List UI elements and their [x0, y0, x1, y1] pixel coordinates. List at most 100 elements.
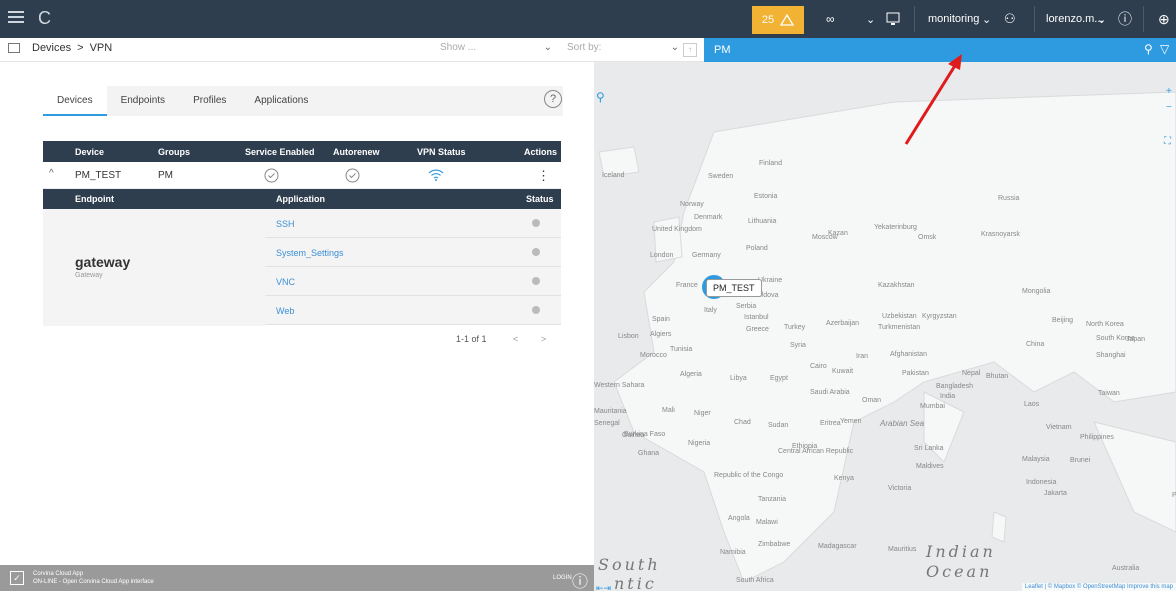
breadcrumb-root[interactable]: Devices: [32, 42, 71, 54]
map-place-label: Senegal: [594, 420, 620, 427]
map-place-label: Victoria: [888, 485, 912, 492]
list-item[interactable]: VNC: [265, 267, 561, 296]
tree-icon[interactable]: ⚇: [1004, 0, 1016, 38]
device-name: PM_TEST: [75, 170, 122, 181]
tab-endpoints[interactable]: Endpoints: [107, 86, 179, 116]
map-place-label: Estonia: [754, 193, 778, 200]
map-marker-label[interactable]: PM_TEST: [706, 279, 762, 297]
application-name[interactable]: System_Settings: [276, 248, 344, 258]
map-place-label: India: [940, 393, 956, 400]
col-vpn-status[interactable]: VPN Status: [417, 147, 466, 157]
actions-menu-icon[interactable]: ⋮: [537, 168, 550, 184]
search-icon[interactable]: ⚲: [1144, 42, 1153, 56]
map-place-label: Spain: [652, 316, 670, 323]
zoom-in-button[interactable]: +: [1166, 86, 1172, 97]
map-place-label: Iceland: [602, 172, 625, 179]
map-place-label: Beijing: [1052, 317, 1074, 324]
zoom-out-button[interactable]: −: [1166, 102, 1172, 113]
chevron-down-icon[interactable]: ⌄: [866, 0, 875, 38]
map-place-label: Nepal: [962, 370, 981, 377]
refresh-icon[interactable]: C: [38, 8, 51, 29]
map-place-label: Burkina Faso: [624, 431, 666, 438]
alert-count: 25: [761, 14, 775, 26]
list-item[interactable]: System_Settings: [265, 238, 561, 267]
chevron-down-icon[interactable]: ⌄: [982, 0, 991, 38]
map-place-label: Kazakhstan: [878, 282, 915, 289]
list-item[interactable]: SSH: [265, 209, 561, 238]
map-place-label: Philippines: [1080, 434, 1114, 441]
prev-page-button[interactable]: <: [513, 334, 518, 344]
context-selector[interactable]: monitoring: [928, 0, 979, 38]
user-menu[interactable]: lorenzo.m...: [1046, 0, 1103, 38]
endpoint-type: Gateway: [75, 272, 103, 279]
alerts-button[interactable]: 25: [752, 6, 804, 34]
map-place-label: Mongolia: [1022, 288, 1051, 295]
login-label[interactable]: LOGIN: [553, 575, 572, 581]
chevron-down-icon[interactable]: ⌄: [1097, 0, 1106, 38]
map-place-label: Jakarta: [1044, 490, 1067, 497]
tab-profiles[interactable]: Profiles: [179, 86, 240, 116]
map-place-label: North Korea: [1086, 321, 1124, 328]
collapse-icon[interactable]: ^: [49, 168, 54, 179]
map-place-label: Sweden: [708, 173, 734, 180]
info-icon[interactable]: ⓘ: [572, 568, 588, 592]
application-name[interactable]: VNC: [276, 277, 295, 287]
map-place-label: Malaysia: [1022, 456, 1050, 463]
map-place-label: Angola: [728, 515, 750, 522]
application-name[interactable]: Web: [276, 306, 294, 316]
ocean-label: ntic: [614, 574, 657, 591]
col-service-enabled[interactable]: Service Enabled: [245, 147, 315, 157]
tab-applications[interactable]: Applications: [240, 86, 322, 116]
table-row[interactable]: ^ PM_TEST PM ⋮: [43, 162, 561, 189]
map-place-label: Pap: [1172, 492, 1176, 499]
col-groups[interactable]: Groups: [158, 147, 190, 157]
map-place-label: Zimbabwe: [758, 541, 791, 548]
col-device[interactable]: Device: [75, 147, 104, 157]
map-place-label: Algeria: [680, 371, 702, 378]
breadcrumb: Devices > VPN: [8, 42, 112, 54]
map-place-label: Saudi Arabia: [810, 389, 850, 396]
tab-bar: Devices Endpoints Profiles Applications: [43, 86, 563, 116]
filter-icon[interactable]: ▽: [1160, 42, 1169, 56]
sort-direction-icon[interactable]: ↑: [683, 43, 697, 57]
help-icon[interactable]: ?: [544, 90, 562, 108]
list-item[interactable]: Web: [265, 296, 561, 325]
breadcrumb-separator: >: [77, 42, 84, 54]
map-place-label: Lisbon: [618, 333, 639, 340]
col-autorenew[interactable]: Autorenew: [333, 147, 380, 157]
info-icon[interactable]: ⓘ: [1118, 0, 1132, 38]
status-dot: [532, 219, 540, 227]
map-place-label: Kazan: [828, 230, 848, 237]
show-select[interactable]: Show ... ⌄: [440, 42, 552, 58]
fullscreen-icon[interactable]: ⛶: [1164, 136, 1171, 147]
show-placeholder: Show ...: [440, 42, 477, 53]
footer-status[interactable]: ON-LINE - Open Corvina Cloud App interfa…: [33, 579, 154, 585]
map-place-label: Ukraine: [758, 277, 783, 284]
col-endpoint: Endpoint: [75, 194, 114, 204]
application-name[interactable]: SSH: [276, 219, 295, 229]
tab-devices[interactable]: Devices: [43, 86, 107, 116]
map-place-label: Republic of the Congo: [714, 472, 784, 479]
infinity-icon[interactable]: ∞: [826, 0, 835, 38]
map-place-label: Afghanistan: [890, 351, 927, 358]
map-place-label: Chad: [734, 419, 751, 426]
endpoint-header: Endpoint Application Status: [43, 189, 561, 209]
map-place-label: Yemen: [840, 418, 862, 425]
globe-icon[interactable]: ⊕: [1158, 0, 1170, 38]
map-place-label: Denmark: [694, 214, 723, 221]
menu-icon[interactable]: [8, 9, 24, 25]
monitor-icon[interactable]: [886, 12, 900, 26]
footer: ✓ Corvina Cloud App ON-LINE - Open Corvi…: [0, 565, 594, 591]
search-icon[interactable]: ⚲: [596, 90, 605, 104]
sort-placeholder: Sort by:: [567, 42, 602, 53]
sort-select[interactable]: Sort by: ⌄: [567, 42, 679, 58]
map-place-label: Kenya: [834, 475, 854, 482]
next-page-button[interactable]: >: [541, 334, 546, 344]
map[interactable]: ⚲ + − ⛶ Iceland Sweden Finland Norway Russia…: [594, 62, 1176, 591]
map-attribution[interactable]: Leaflet | © Mapbox © OpenStreetMap Impro…: [1021, 583, 1176, 591]
map-place-label: Cairo: [810, 363, 827, 370]
annotation-arrow: [904, 54, 962, 145]
pan-arrows-icon[interactable]: ⇤⇥: [596, 583, 611, 591]
map-place-label: Mauritius: [888, 546, 917, 553]
map-place-label: Lithuania: [748, 218, 777, 225]
